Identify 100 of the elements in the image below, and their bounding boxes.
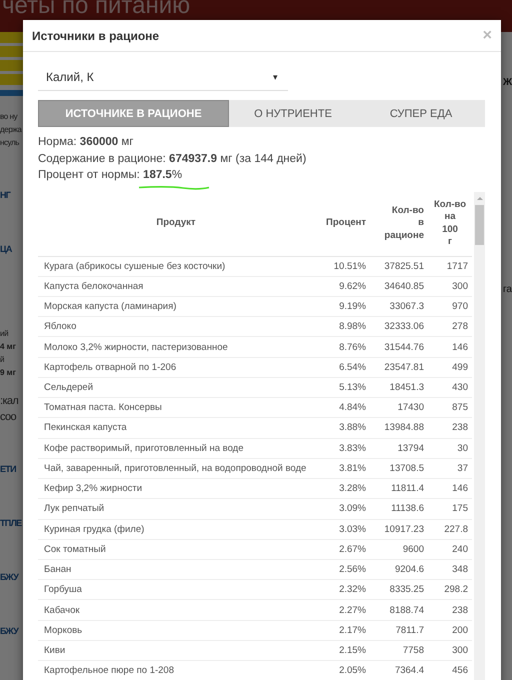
background-text: соо [0, 410, 16, 425]
table-cell: Киви [38, 640, 314, 661]
background-text: ЦА [0, 243, 12, 256]
column-header: Кол-во в рационе [370, 192, 428, 256]
underline-mark [138, 184, 210, 190]
table-cell: 10917.23 [370, 519, 428, 540]
background-text: держа [0, 124, 22, 136]
table-cell: 300 [428, 276, 472, 296]
table-cell: 2.15% [314, 640, 370, 661]
table-cell: 7811.7 [370, 620, 428, 640]
background-text: ЕТИ [0, 463, 16, 476]
scrollbar[interactable] [474, 192, 485, 680]
table-cell: 2.27% [314, 600, 370, 620]
table-cell: 278 [428, 316, 472, 337]
table-cell: 30 [428, 438, 472, 458]
table-cell: 3.09% [314, 498, 370, 520]
background-text: :кал [0, 394, 18, 409]
table-cell: Молоко 3,2% жирности, пастеризованное [38, 336, 314, 358]
background-text: 9 мг [0, 367, 16, 379]
table-cell: 146 [428, 478, 472, 499]
table-cell: Горбуша [38, 580, 314, 600]
table-cell: 13984.88 [370, 418, 428, 438]
table-cell: 32333.06 [370, 316, 428, 337]
table-cell: 146 [428, 336, 472, 358]
table-cell: 37825.51 [370, 256, 428, 276]
table-cell: 34640.85 [370, 276, 428, 296]
background-text: во ну [0, 111, 18, 123]
background-text: НГ [0, 189, 10, 202]
table-cell: 3.88% [314, 418, 370, 438]
table-cell: Куриная грудка (филе) [38, 519, 314, 540]
page-title: четы по питанию [2, 0, 190, 18]
table-cell: Морская капуста (ламинария) [38, 296, 314, 317]
table-cell: Лук репчатый [38, 498, 314, 520]
table-cell: 3.81% [314, 458, 370, 479]
background-text: 4 мг [0, 341, 16, 353]
table-cell: Сок томатный [38, 539, 314, 560]
background-text: й [0, 354, 4, 366]
table-cell: 10.51% [314, 256, 370, 276]
table-cell: Картофельное пюре по 1-208 [38, 660, 314, 680]
table-cell: 11138.6 [370, 498, 428, 520]
column-header: Продукт [38, 192, 314, 256]
table-cell: 9600 [370, 539, 428, 560]
table-cell: 9.19% [314, 296, 370, 317]
table-cell: 227.8 [428, 519, 472, 540]
table-cell: 348 [428, 560, 472, 580]
table-cell: Чай, заваренный, приготовленный, на водопроводной воде [38, 458, 314, 479]
table-cell: Курага (абрикосы сушеные без косточки) [38, 256, 314, 276]
info-text: Процент от нормы: 187.5% [38, 168, 184, 183]
color-stripes-drawing [0, 32, 23, 96]
table-cell: 7364.4 [370, 660, 428, 680]
table-cell: 875 [428, 398, 472, 418]
table-cell: 17430 [370, 398, 428, 418]
table-cell: 200 [428, 620, 472, 640]
table-cell: 300 [428, 640, 472, 661]
table-cell: 8.98% [314, 316, 370, 337]
table-cell: 18451.3 [370, 377, 428, 398]
table-cell: 3.83% [314, 438, 370, 458]
dialog-title: Источники в рационе [32, 28, 160, 42]
table-cell: 238 [428, 600, 472, 620]
table-cell: 13708.5 [370, 458, 428, 479]
table-cell: 430 [428, 377, 472, 398]
background-text: ий [0, 328, 8, 340]
table-cell: 9.62% [314, 276, 370, 296]
table-cell: 13794 [370, 438, 428, 458]
background-text: нсуль [0, 137, 20, 149]
table-cell: 37 [428, 458, 472, 479]
table-cell: 23547.81 [370, 357, 428, 378]
table-cell: 3.28% [314, 478, 370, 499]
table-cell: 298.2 [428, 580, 472, 600]
table-cell: 8335.25 [370, 580, 428, 600]
table-cell: Пекинская капуста [38, 418, 314, 438]
info-text: Содержание в рационе: 674937.9 мг (за 144 дней) [38, 152, 308, 166]
table-cell: 7758 [370, 640, 428, 661]
background-text: га [503, 284, 512, 295]
background-text: ТПЛЕ [0, 517, 22, 530]
table-cell: Кофе растворимый, приготовленный на воде [38, 438, 314, 458]
background-text: БЖУ [0, 571, 18, 584]
table-cell: 238 [428, 418, 472, 438]
table-cell: 2.56% [314, 560, 370, 580]
table-cell: Капуста белокочанная [38, 276, 314, 296]
table-cell: Морковь [38, 620, 314, 640]
table-cell: 2.17% [314, 620, 370, 640]
table-cell: 11811.4 [370, 478, 428, 499]
table-cell: 970 [428, 296, 472, 317]
table-cell: 1717 [428, 256, 472, 276]
table-cell: 499 [428, 357, 472, 378]
table-cell: 9204.6 [370, 560, 428, 580]
tab[interactable]: СУПЕР ЕДА [357, 100, 485, 127]
column-header: Кол-во на 100 г [428, 192, 472, 256]
table-cell: Банан [38, 560, 314, 580]
table-cell: 4.84% [314, 398, 370, 418]
tab[interactable]: О НУТРИЕНТЕ [229, 100, 357, 127]
table-cell: 240 [428, 539, 472, 560]
table-cell: 2.32% [314, 580, 370, 600]
nutrient-select[interactable]: Калий, К ▾ [38, 64, 288, 91]
info-text: Норма: 360000 мг [38, 135, 134, 150]
table-cell: 33067.3 [370, 296, 428, 317]
table-cell: 6.54% [314, 357, 370, 378]
table-cell: Картофель отварной по 1-206 [38, 357, 314, 378]
table-cell: Кефир 3,2% жирности [38, 478, 314, 499]
